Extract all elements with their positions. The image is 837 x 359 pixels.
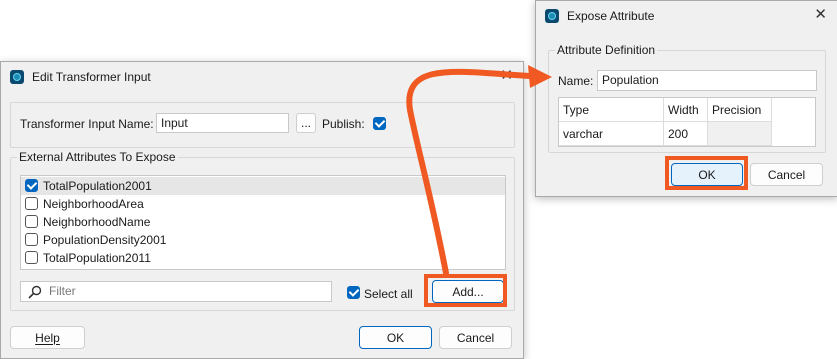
transformer-input-name-label: Transformer Input Name: bbox=[20, 117, 154, 131]
attribute-list: TotalPopulation2001 NeighborhoodArea Nei… bbox=[20, 175, 506, 270]
browse-button[interactable]: ... bbox=[296, 113, 316, 133]
attribute-definition-title: Attribute Definition bbox=[555, 43, 658, 57]
transformer-input-name-field[interactable]: Input bbox=[156, 113, 289, 133]
attribute-name-field[interactable]: Population bbox=[597, 70, 817, 91]
select-all-checkbox[interactable] bbox=[347, 286, 360, 299]
close-icon[interactable]: ✕ bbox=[500, 68, 513, 84]
title-bar: Expose Attribute ✕ bbox=[536, 1, 837, 31]
help-button[interactable]: Help bbox=[10, 326, 85, 349]
cancel-button[interactable]: Cancel bbox=[750, 163, 823, 186]
external-attributes-title: External Attributes To Expose bbox=[17, 150, 178, 164]
column-header-width: Width bbox=[664, 98, 708, 122]
cell-precision[interactable] bbox=[708, 122, 772, 146]
filter-field[interactable]: Filter bbox=[20, 281, 332, 302]
attribute-checkbox[interactable] bbox=[25, 197, 38, 210]
attribute-label: NeighborhoodName bbox=[43, 215, 151, 229]
name-label: Name: bbox=[558, 74, 594, 88]
app-icon bbox=[10, 70, 24, 84]
attribute-label: PopulationDensity2001 bbox=[43, 233, 167, 247]
app-icon bbox=[545, 9, 559, 23]
column-header-precision: Precision bbox=[708, 98, 772, 122]
select-all-label[interactable]: Select all bbox=[364, 287, 413, 301]
title-bar: Edit Transformer Input ✕ bbox=[1, 62, 523, 92]
close-icon[interactable]: ✕ bbox=[814, 7, 827, 23]
attribute-checkbox[interactable] bbox=[25, 233, 38, 246]
cell-width[interactable]: 200 bbox=[664, 122, 708, 146]
add-button[interactable]: Add... bbox=[432, 280, 504, 303]
expose-attribute-dialog: Expose Attribute ✕ Attribute Definition … bbox=[535, 0, 837, 197]
list-item[interactable]: NeighborhoodArea bbox=[21, 195, 505, 213]
ok-button[interactable]: OK bbox=[359, 326, 432, 349]
attribute-label: TotalPopulation2011 bbox=[43, 251, 151, 265]
help-label: Help bbox=[35, 330, 60, 345]
edit-transformer-input-dialog: Edit Transformer Input ✕ Transformer Inp… bbox=[0, 61, 524, 359]
list-item[interactable]: PopulationDensity2001 bbox=[21, 231, 505, 249]
attribute-checkbox[interactable] bbox=[25, 251, 38, 264]
attribute-table: Type Width Precision varchar 200 bbox=[558, 97, 816, 147]
attribute-label: TotalPopulation2001 bbox=[43, 179, 152, 193]
cell-type[interactable]: varchar bbox=[559, 122, 664, 146]
ok-button[interactable]: OK bbox=[671, 163, 743, 186]
list-item[interactable]: TotalPopulation2001 bbox=[21, 177, 505, 195]
attribute-label: NeighborhoodArea bbox=[43, 197, 144, 211]
publish-checkbox[interactable] bbox=[373, 117, 386, 130]
dialog-title: Expose Attribute bbox=[567, 9, 655, 23]
cancel-button[interactable]: Cancel bbox=[439, 326, 512, 349]
external-attributes-group: External Attributes To Expose TotalPopul… bbox=[10, 150, 515, 311]
attribute-checkbox[interactable] bbox=[25, 215, 38, 228]
attribute-definition-group: Attribute Definition Name: Population Ty… bbox=[548, 43, 826, 153]
attribute-checkbox[interactable] bbox=[25, 179, 38, 192]
publish-label: Publish: bbox=[322, 117, 365, 131]
list-item[interactable]: NeighborhoodName bbox=[21, 213, 505, 231]
name-group: Transformer Input Name: Input ... Publis… bbox=[10, 102, 515, 148]
search-icon bbox=[28, 285, 42, 299]
list-item[interactable]: TotalPopulation2011 bbox=[21, 249, 505, 267]
dialog-title: Edit Transformer Input bbox=[32, 70, 151, 84]
filter-placeholder: Filter bbox=[49, 284, 76, 298]
column-header-type: Type bbox=[559, 98, 664, 122]
